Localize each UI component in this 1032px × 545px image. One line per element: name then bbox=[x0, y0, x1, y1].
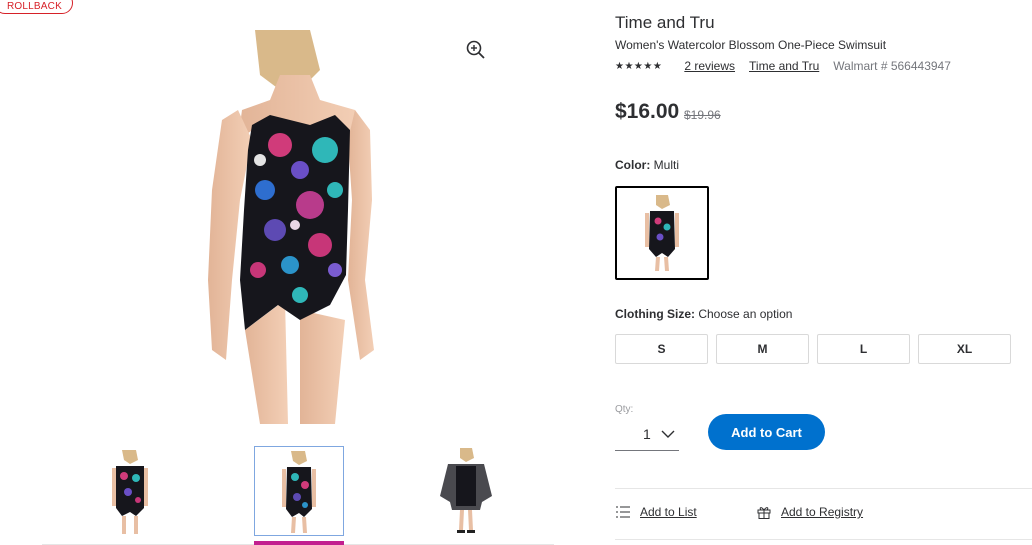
thumbnail-swimsuit-coverup[interactable] bbox=[422, 446, 512, 536]
reviews-link[interactable]: 2 reviews bbox=[684, 59, 735, 73]
divider bbox=[615, 539, 1032, 540]
list-icon bbox=[616, 506, 630, 518]
size-option-s[interactable]: S bbox=[615, 334, 708, 364]
size-option-l[interactable]: L bbox=[817, 334, 910, 364]
zoom-in-icon[interactable] bbox=[465, 39, 487, 61]
size-value: Choose an option bbox=[698, 307, 793, 321]
brand-link[interactable]: Time and Tru bbox=[749, 59, 819, 73]
color-swatch-multi[interactable] bbox=[615, 186, 709, 280]
size-label-title: Clothing Size: bbox=[615, 307, 695, 321]
product-meta-row: ★★★★★ 2 reviews Time and Tru Walmart # 5… bbox=[615, 59, 951, 73]
add-to-registry-link[interactable]: Add to Registry bbox=[757, 505, 863, 519]
product-brand-title: Time and Tru bbox=[615, 13, 715, 32]
thumbnail-swimsuit-alt[interactable] bbox=[254, 446, 344, 536]
thumbnail-active-indicator bbox=[254, 541, 344, 545]
add-to-registry-label: Add to Registry bbox=[781, 505, 864, 519]
color-label-title: Color: bbox=[615, 158, 651, 172]
size-option-m[interactable]: M bbox=[716, 334, 809, 364]
add-to-list-label: Add to List bbox=[640, 505, 697, 519]
chevron-down-icon bbox=[661, 430, 675, 438]
rollback-badge: ROLLBACK bbox=[0, 0, 73, 14]
current-price: $16.00 bbox=[615, 100, 680, 123]
add-to-cart-button[interactable]: Add to Cart bbox=[708, 414, 825, 450]
size-option-xl[interactable]: XL bbox=[918, 334, 1011, 364]
rating-stars-icon: ★★★★★ bbox=[615, 60, 663, 72]
was-price: $19.96 bbox=[684, 108, 721, 122]
thumbnail-swimsuit-front[interactable] bbox=[86, 446, 176, 536]
main-product-image[interactable] bbox=[160, 30, 490, 424]
add-to-list-link[interactable]: Add to List bbox=[616, 505, 697, 519]
walmart-item-number: Walmart # 566443947 bbox=[833, 59, 951, 73]
divider bbox=[615, 488, 1032, 489]
quantity-select[interactable]: 1 bbox=[615, 418, 679, 451]
gift-icon bbox=[757, 506, 771, 519]
size-label: Clothing Size: Choose an option bbox=[615, 307, 792, 321]
color-value: Multi bbox=[653, 158, 680, 172]
product-name: Women's Watercolor Blossom One-Piece Swi… bbox=[615, 38, 887, 52]
quantity-label: Qty: bbox=[615, 404, 634, 415]
quantity-value: 1 bbox=[643, 426, 651, 442]
color-label: Color: Multi bbox=[615, 158, 679, 172]
